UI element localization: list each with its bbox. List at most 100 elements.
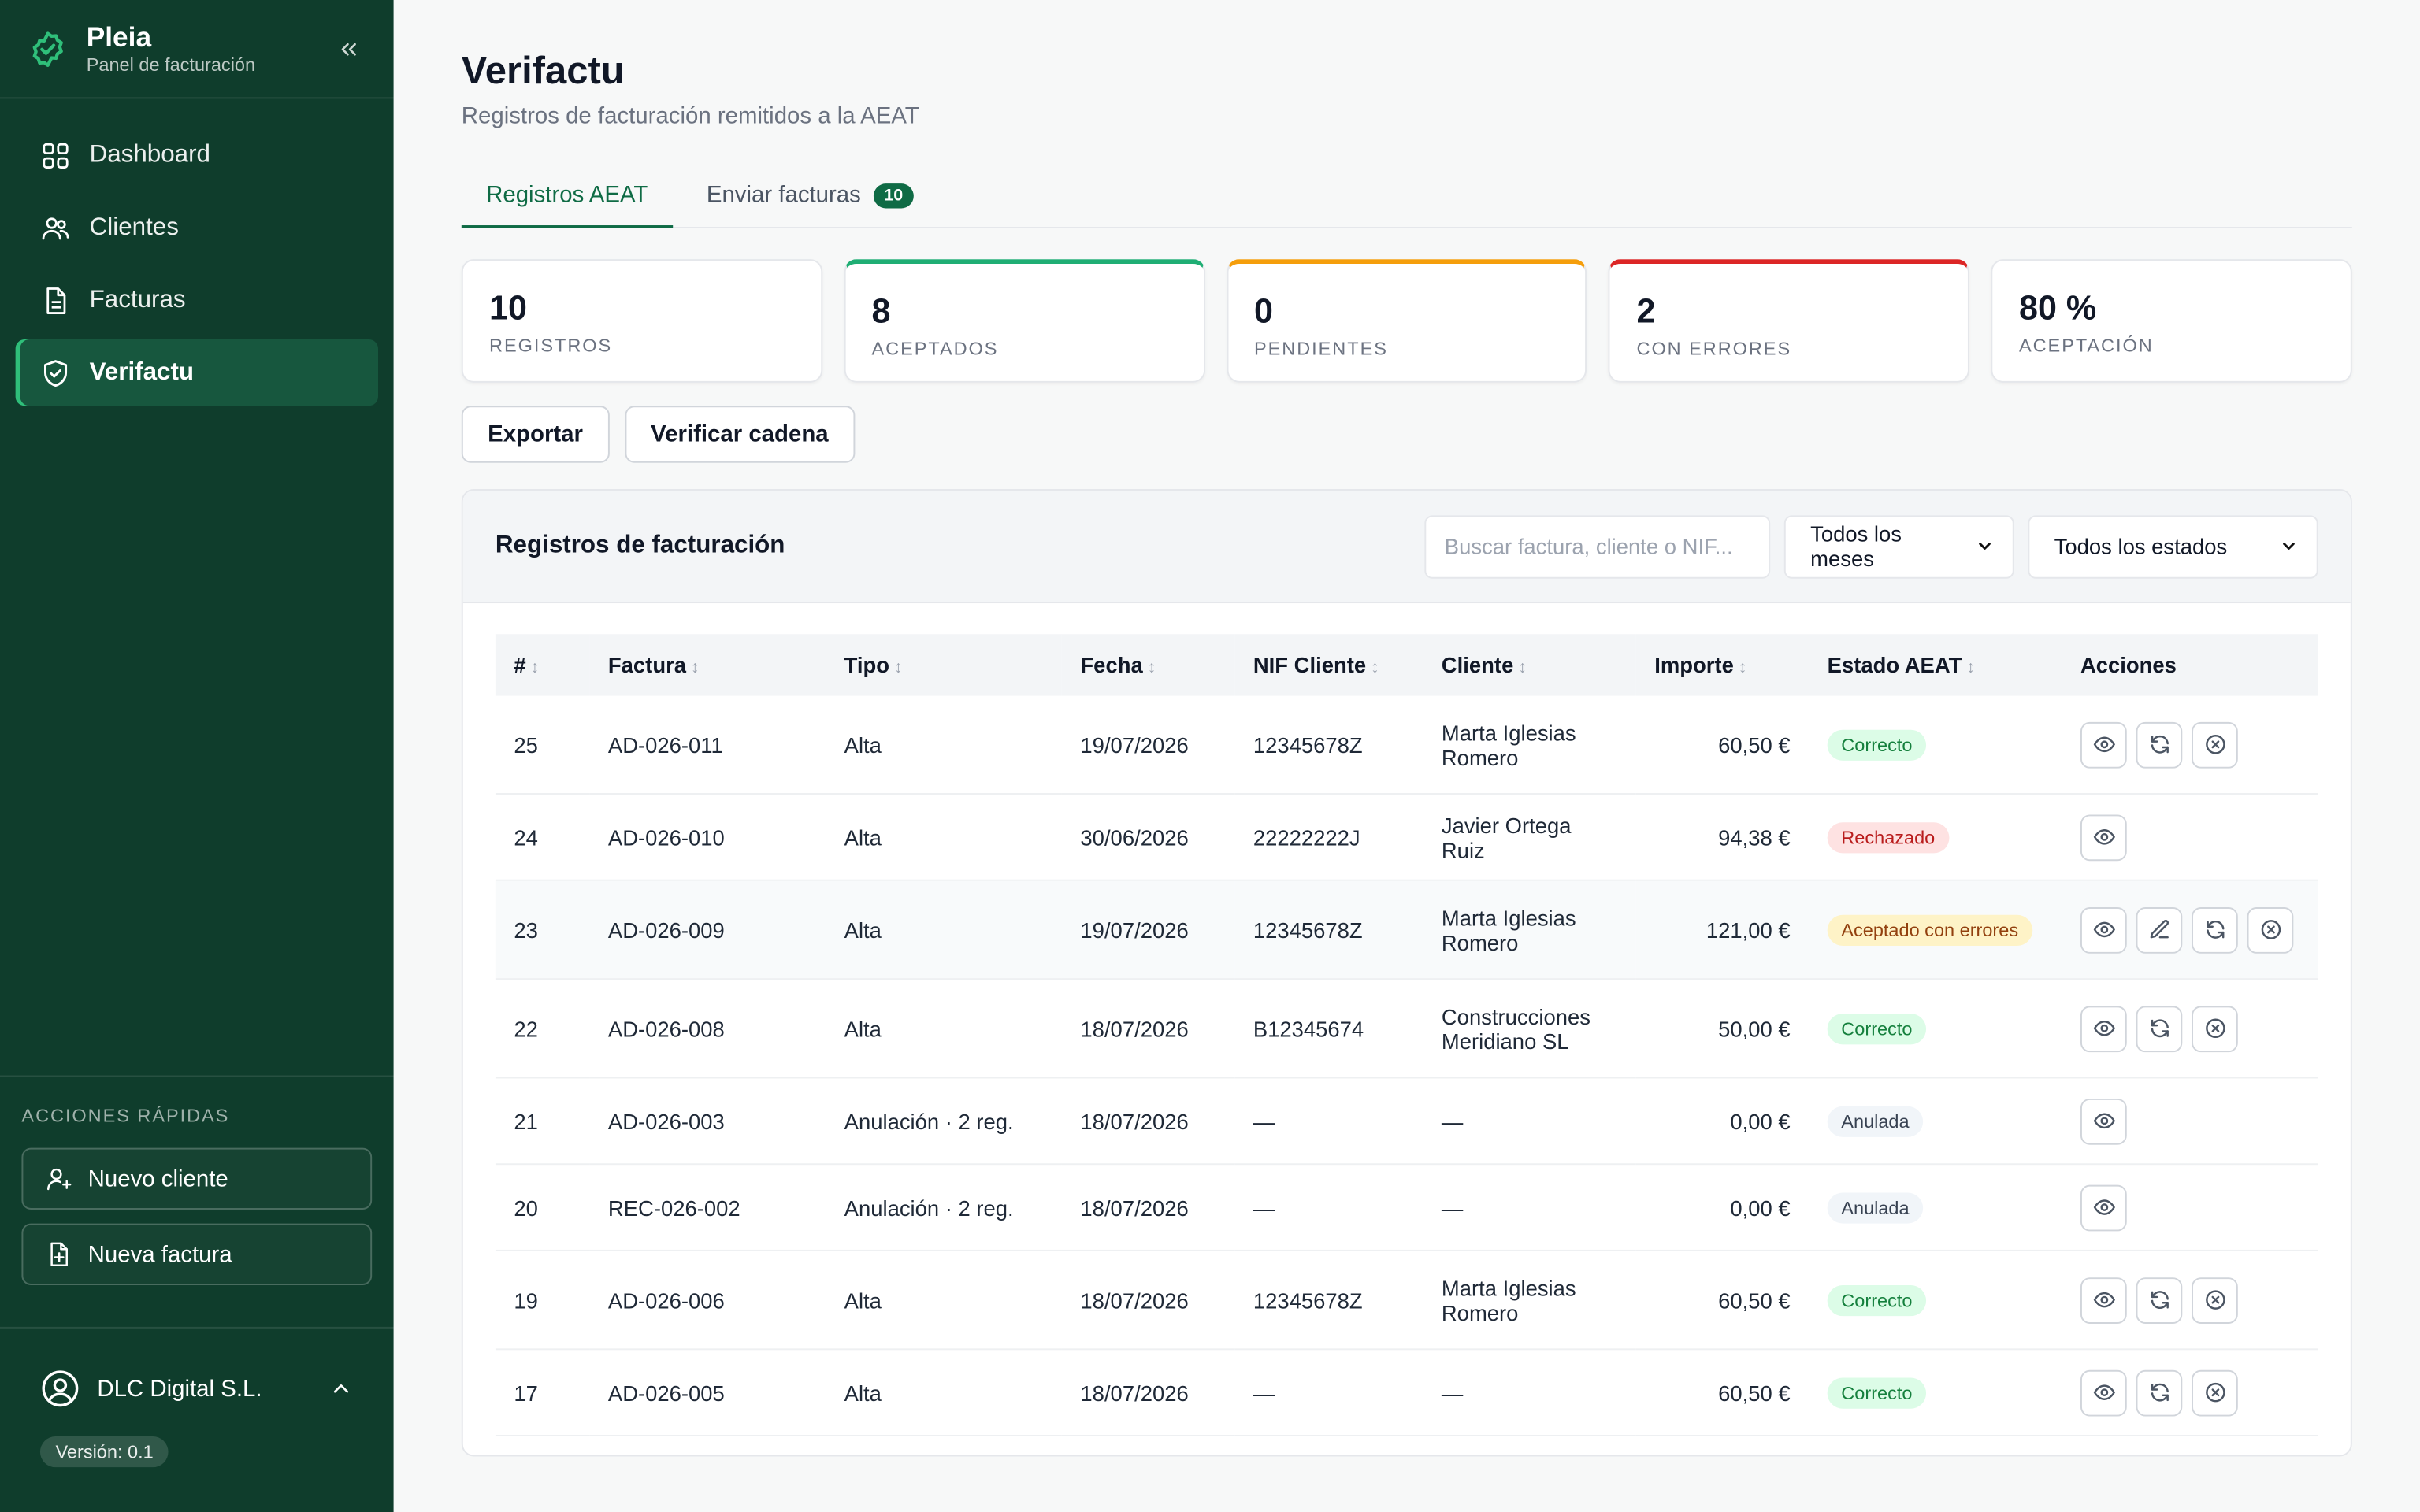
sidebar-item-label: Clientes <box>89 213 179 240</box>
sort-icon: ↕ <box>1147 658 1156 678</box>
sidebar-item-facturas[interactable]: Facturas <box>16 267 378 333</box>
toolbar: Exportar Verificar cadena <box>461 406 2352 463</box>
verify-chain-button[interactable]: Verificar cadena <box>624 406 855 463</box>
export-button[interactable]: Exportar <box>461 406 610 463</box>
resend-button[interactable] <box>2192 906 2238 953</box>
account-menu[interactable]: DLC Digital S.L. <box>40 1369 354 1409</box>
resend-button[interactable] <box>2136 1005 2183 1052</box>
sidebar-item-label: Facturas <box>89 286 186 313</box>
stat-card-pendientes: 0 PENDIENTES <box>1226 259 1587 383</box>
eye-icon <box>2092 918 2115 941</box>
cell-num: 17 <box>495 1349 590 1437</box>
cell-client: — <box>1423 1164 1636 1251</box>
cancel-record-button[interactable] <box>2192 721 2238 768</box>
stat-label: REGISTROS <box>489 335 613 357</box>
select-value: Todos los meses <box>1810 521 1902 571</box>
resend-button[interactable] <box>2136 1277 2183 1324</box>
column-header-cliente[interactable]: Cliente ↕ <box>1423 634 1636 696</box>
status-badge: Correcto <box>1827 1013 1927 1044</box>
column-header-fecha[interactable]: Fecha ↕ <box>1061 634 1235 696</box>
month-filter-select[interactable]: Todos los meses <box>1783 514 2014 578</box>
stat-card-aceptacion: 80 % ACEPTACIÓN <box>1991 259 2352 383</box>
status-badge: Aceptado con errores <box>1827 914 2032 946</box>
cell-client: Construcciones Meridiano SL <box>1423 979 1636 1079</box>
table-header-row: # ↕ Factura ↕ Tipo ↕ Fecha ↕ NIF Cliente ↕ Cl… <box>495 634 2318 696</box>
column-header-estado[interactable]: Estado AEAT ↕ <box>1809 634 2062 696</box>
view-button[interactable] <box>2080 1277 2127 1324</box>
status-badge: Anulada <box>1827 1105 1924 1136</box>
select-value: Todos los estados <box>2054 533 2228 559</box>
cell-date: 19/07/2026 <box>1061 880 1235 980</box>
cell-type: Alta <box>826 1349 1062 1437</box>
tab-enviar-facturas[interactable]: Enviar facturas 10 <box>682 164 939 227</box>
cell-nif: B12345674 <box>1234 979 1423 1079</box>
tab-label: Registros AEAT <box>486 181 648 208</box>
stat-label: CON ERRORES <box>1636 338 1792 360</box>
eye-icon <box>2092 1288 2115 1311</box>
view-button[interactable] <box>2080 1097 2127 1144</box>
cell-client: — <box>1423 1349 1636 1437</box>
search-input[interactable]: Buscar factura, cliente o NIF... <box>1424 514 1771 578</box>
cell-num: 25 <box>495 695 590 795</box>
sidebar-item-clientes[interactable]: Clientes <box>16 195 378 261</box>
status-badge: Correcto <box>1827 1377 1927 1408</box>
view-button[interactable] <box>2080 1184 2127 1231</box>
view-button[interactable] <box>2080 1005 2127 1052</box>
sidebar-item-dashboard[interactable]: Dashboard <box>16 122 378 188</box>
column-header-tipo[interactable]: Tipo ↕ <box>826 634 1062 696</box>
cell-client: Javier Ortega Ruiz <box>1423 794 1636 881</box>
cell-actions <box>2062 880 2318 980</box>
sidebar: Pleia Panel de facturación Dashboard Cli… <box>0 0 394 1512</box>
status-badge: Correcto <box>1827 1284 1927 1316</box>
cell-type: Alta <box>826 979 1062 1079</box>
status-filter-select[interactable]: Todos los estados <box>2028 514 2318 578</box>
cell-nif: 12345678Z <box>1234 1250 1423 1351</box>
cell-amount: 60,50 € <box>1635 1349 1809 1437</box>
cancel-record-button[interactable] <box>2247 906 2294 953</box>
cell-actions <box>2062 794 2318 881</box>
cell-actions <box>2062 1349 2318 1437</box>
cell-actions <box>2062 695 2318 795</box>
table-row: 24 AD-026-010 Alta 30/06/2026 22222222J … <box>495 794 2318 881</box>
stat-label: ACEPTACIÓN <box>2018 335 2154 357</box>
sort-icon: ↕ <box>1738 658 1747 678</box>
eye-icon <box>2092 1195 2115 1218</box>
column-header-num[interactable]: # ↕ <box>495 634 590 696</box>
shield-check-logo-icon <box>28 28 68 69</box>
cell-status: Correcto <box>1809 979 2062 1079</box>
sort-icon: ↕ <box>893 658 903 678</box>
view-button[interactable] <box>2080 721 2127 768</box>
stat-value: 10 <box>489 288 528 328</box>
cell-date: 18/07/2026 <box>1061 1164 1235 1251</box>
new-client-button[interactable]: Nuevo cliente <box>21 1147 373 1210</box>
view-button[interactable] <box>2080 906 2127 953</box>
collapse-sidebar-icon[interactable] <box>332 32 366 65</box>
refresh-icon <box>2147 1288 2170 1311</box>
account-section: DLC Digital S.L. Versión: 0.1 <box>0 1326 394 1468</box>
cell-nif: 22222222J <box>1234 794 1423 881</box>
cell-actions <box>2062 979 2318 1079</box>
cell-amount: 60,50 € <box>1635 695 1809 795</box>
tab-registros-aeat[interactable]: Registros AEAT <box>461 164 673 228</box>
quick-actions: ACCIONES RÁPIDAS Nuevo cliente Nueva fac… <box>0 1075 394 1299</box>
sidebar-item-verifactu[interactable]: Verifactu <box>15 339 379 406</box>
cancel-record-button[interactable] <box>2192 1369 2238 1416</box>
resend-button[interactable] <box>2136 1369 2183 1416</box>
resend-button[interactable] <box>2136 721 2183 768</box>
view-button[interactable] <box>2080 1369 2127 1416</box>
cell-num: 20 <box>495 1164 590 1251</box>
eye-icon <box>2092 733 2115 756</box>
new-invoice-button[interactable]: Nueva factura <box>21 1223 373 1286</box>
cell-date: 18/07/2026 <box>1061 1250 1235 1351</box>
table-row: 17 AD-026-005 Alta 18/07/2026 — — 60,50 … <box>495 1349 2318 1437</box>
column-header-factura[interactable]: Factura ↕ <box>589 634 826 696</box>
column-header-importe[interactable]: Importe ↕ <box>1635 634 1809 696</box>
cancel-record-button[interactable] <box>2192 1005 2238 1052</box>
new-invoice-label: Nueva factura <box>87 1241 232 1268</box>
edit-button[interactable] <box>2136 906 2183 953</box>
view-button[interactable] <box>2080 813 2127 861</box>
main-content: Verifactu Registros de facturación remit… <box>394 0 2420 1512</box>
brand-name: Pleia <box>86 20 152 52</box>
cancel-record-button[interactable] <box>2192 1277 2238 1324</box>
column-header-nif[interactable]: NIF Cliente ↕ <box>1234 634 1423 696</box>
